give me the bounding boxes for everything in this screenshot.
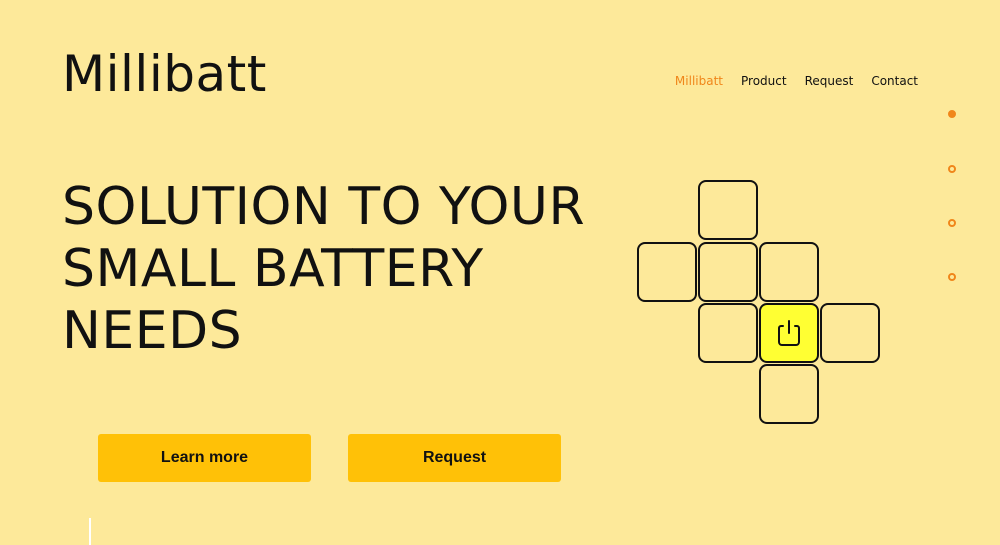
section-dot-4[interactable] (948, 273, 956, 281)
section-dot-1[interactable] (948, 110, 956, 118)
battery-cell (759, 242, 819, 302)
request-button[interactable]: Request (348, 434, 561, 482)
headline-line-3: NEEDS (62, 301, 243, 361)
nav-item-contact[interactable]: Contact (871, 73, 918, 89)
power-icon (778, 320, 800, 346)
learn-more-button[interactable]: Learn more (98, 434, 311, 482)
battery-cell (820, 303, 880, 363)
section-dot-2[interactable] (948, 165, 956, 173)
scroll-indicator (89, 518, 91, 545)
battery-cell-graphic (637, 180, 883, 428)
section-dot-3[interactable] (948, 219, 956, 227)
battery-cell (759, 364, 819, 424)
nav-item-product[interactable]: Product (741, 73, 787, 89)
nav-item-request[interactable]: Request (805, 73, 854, 89)
battery-cell (698, 180, 758, 240)
brand-logo[interactable]: Millibatt (62, 44, 267, 104)
nav-item-millibatt[interactable]: Millibatt (675, 73, 723, 89)
hero-headline: SOLUTION TO YOUR SMALL BATTERY NEEDS (62, 176, 622, 362)
main-nav: Millibatt Product Request Contact (675, 73, 918, 89)
battery-cell (698, 242, 758, 302)
power-cell[interactable] (759, 303, 819, 363)
headline-line-2: SMALL BATTERY (62, 239, 484, 299)
battery-cell (698, 303, 758, 363)
battery-cell (637, 242, 697, 302)
headline-line-1: SOLUTION TO YOUR (62, 177, 586, 237)
